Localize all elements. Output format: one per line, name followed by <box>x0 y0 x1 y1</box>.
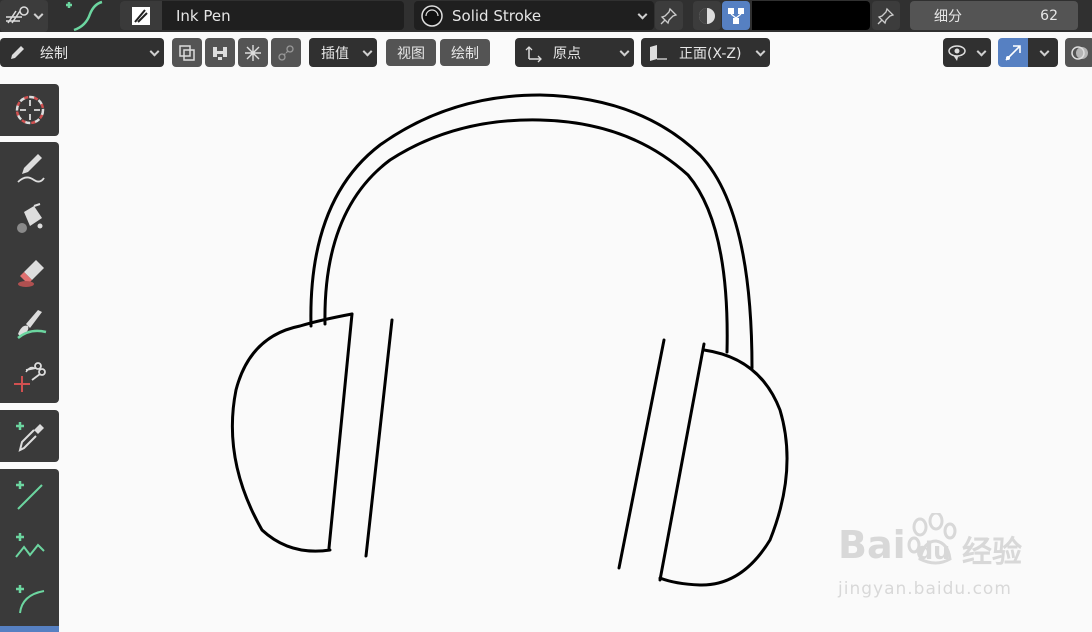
view-menu[interactable]: 视图 <box>386 39 436 66</box>
gizmo-icon <box>1005 44 1021 61</box>
vertex-color-toggle[interactable] <box>722 1 750 30</box>
tool-group-cursor <box>0 84 59 136</box>
eyedropper-icon <box>15 422 44 452</box>
cursor-crosshair-icon <box>15 95 44 125</box>
gizmo-dropdown[interactable] <box>1028 38 1058 67</box>
mode-dropdown[interactable]: 绘制 <box>0 38 164 67</box>
draw-tool[interactable] <box>0 142 59 194</box>
plane-dropdown[interactable]: 正面(X-Z) <box>641 38 770 67</box>
overlay-toggle[interactable] <box>1065 38 1092 67</box>
plane-icon <box>650 44 667 61</box>
scissors-cutter-icon <box>13 362 46 392</box>
interpolate-dropdown[interactable]: 插值 <box>309 38 377 67</box>
watermark-cn: 经验 <box>962 535 1022 570</box>
subdivide-label: 细分 <box>934 8 962 25</box>
material-sphere-icon <box>421 4 443 27</box>
pin-color-button[interactable] <box>872 1 900 30</box>
visibility-dropdown[interactable] <box>943 38 991 67</box>
eraser-icon <box>17 260 44 287</box>
freeze-button[interactable] <box>238 38 268 67</box>
tool-settings-bar: 绘制 插值 视图 绘制 原点 正面(X-Z) <box>0 32 1092 74</box>
tool-group-eyedropper <box>0 410 59 462</box>
interpolate-label: 插值 <box>321 45 349 62</box>
material-name-text: Solid Stroke <box>452 6 542 25</box>
erase-tool[interactable] <box>0 246 59 298</box>
tint-brush-icon <box>16 310 46 339</box>
brush-name-field[interactable]: Ink Pen <box>120 1 404 30</box>
material-selector[interactable]: Solid Stroke <box>414 1 654 30</box>
tool-group-paint <box>0 142 59 403</box>
object-mode-selector[interactable] <box>0 0 48 32</box>
line-primitive-icon <box>15 481 43 510</box>
pin-icon <box>660 7 678 24</box>
line-tool[interactable] <box>0 469 59 521</box>
color-mode-toggle[interactable] <box>693 1 721 30</box>
eye-cursor-icon <box>948 44 966 61</box>
snowflake-icon <box>245 44 261 61</box>
link-button[interactable] <box>271 38 301 67</box>
ink-brush-stroke-icon <box>66 0 103 32</box>
link-nodes-icon <box>278 44 294 61</box>
origin-label: 原点 <box>553 45 581 62</box>
gizmo-toggle[interactable] <box>998 38 1028 67</box>
arc-primitive-icon <box>15 585 44 614</box>
material-color-icon <box>699 7 715 24</box>
watermark-brand: Bai <box>838 523 906 567</box>
tint-tool[interactable] <box>0 298 59 350</box>
pin-icon <box>877 7 895 24</box>
polyline-tool[interactable] <box>0 521 59 573</box>
fill-tool[interactable] <box>0 194 59 246</box>
viewport-canvas[interactable]: Bai du 经验 jingyan.baidu.com <box>0 74 1092 632</box>
pencil-draw-icon <box>16 154 45 183</box>
tool-group-primitives <box>0 469 59 632</box>
origin-dropdown[interactable]: 原点 <box>515 38 634 67</box>
brush-preview[interactable] <box>52 0 112 32</box>
subdivide-field[interactable]: 细分 62 <box>910 1 1078 30</box>
brush-type-icon <box>120 1 162 30</box>
origin-axes-icon <box>525 45 542 62</box>
grease-pencil-mode-icon <box>6 6 29 24</box>
multiframe-button[interactable] <box>172 38 202 67</box>
pencil-icon <box>11 45 24 59</box>
eyedropper-tool[interactable] <box>0 410 59 462</box>
watermark-url: jingyan.baidu.com <box>838 579 1012 599</box>
brush-name-text: Ink Pen <box>176 6 231 25</box>
overlay-circles-icon <box>1071 45 1088 60</box>
arc-tool[interactable] <box>0 573 59 625</box>
pin-material-button[interactable] <box>655 1 683 30</box>
active-tool-indicator <box>0 626 59 632</box>
draw-menu[interactable]: 绘制 <box>440 39 490 66</box>
mode-label: 绘制 <box>40 45 68 62</box>
layers-icon <box>179 44 195 61</box>
paint-bucket-icon <box>16 203 42 233</box>
baidu-watermark: Bai du 经验 jingyan.baidu.com <box>838 513 1038 605</box>
lock-layers-icon <box>213 46 227 60</box>
watermark-brand2: du <box>916 537 951 565</box>
top-header-bar: Ink Pen Solid Stroke 细分 62 <box>0 0 1092 32</box>
cutter-tool[interactable] <box>0 350 59 402</box>
vertex-paint-icon <box>728 7 744 24</box>
cursor-tool[interactable] <box>0 84 59 136</box>
autolock-button[interactable] <box>205 38 235 67</box>
plane-label: 正面(X-Z) <box>679 45 742 62</box>
polyline-primitive-icon <box>14 533 45 558</box>
color-swatch[interactable] <box>752 1 870 30</box>
subdivide-value: 62 <box>1040 7 1058 24</box>
